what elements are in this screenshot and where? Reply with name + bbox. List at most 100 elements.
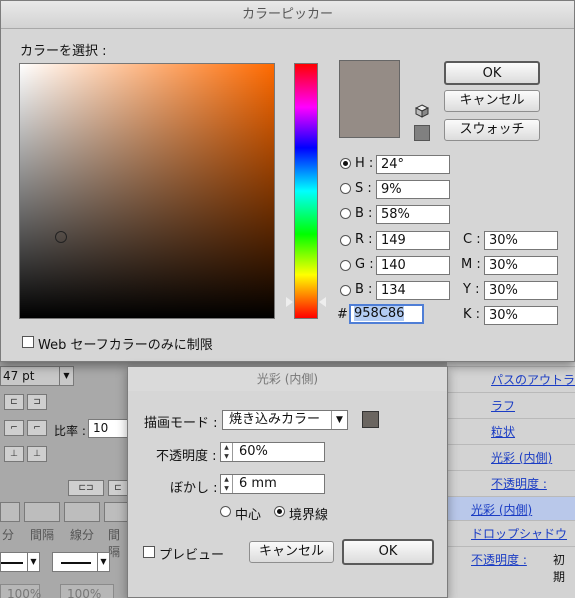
appearance-item[interactable]: 不透明度 :	[447, 470, 575, 494]
red-field[interactable]: 149	[376, 231, 450, 250]
blend-mode-label: 描画モード :	[144, 416, 218, 431]
chevron-down-icon: ▼	[97, 553, 109, 571]
hue-field[interactable]: 24°	[376, 155, 450, 174]
appearance-item-label[interactable]: 光彩 (内側)	[471, 501, 532, 518]
appearance-item[interactable]: ドロップシャドウ	[447, 520, 575, 544]
web-safe-cube-icon[interactable]	[415, 104, 429, 118]
dash-field-2[interactable]	[64, 502, 100, 522]
appearance-item-label[interactable]: 光彩 (内側)	[491, 449, 552, 466]
arrow-scale-start-value: 100%	[7, 587, 42, 598]
swatches-button[interactable]: スウォッチ	[444, 119, 540, 141]
appearance-item[interactable]: 不透明度 : 初期	[447, 546, 575, 584]
blue-field[interactable]: 134	[376, 281, 450, 300]
opacity-stepper-icon[interactable]: ▲ ▼	[221, 443, 233, 461]
chevron-down-icon[interactable]: ▼	[59, 367, 73, 385]
dialog-title: 光彩 (内側)	[128, 367, 447, 391]
preview-label: プレビュー	[159, 548, 225, 563]
opacity-value: 60%	[239, 444, 268, 459]
yellow-field[interactable]: 30%	[484, 281, 558, 300]
appearance-item-label[interactable]: ドロップシャドウ	[471, 525, 567, 542]
web-safe-checkbox[interactable]	[22, 336, 34, 348]
ratio-field[interactable]: 10	[88, 419, 128, 438]
brightness-field[interactable]: 58%	[376, 205, 450, 224]
appearance-item[interactable]: パスのアウトラ	[447, 366, 575, 390]
join-round-icon[interactable]: ⌐	[27, 420, 47, 436]
dash-corner-icon[interactable]: ⊏⊐	[68, 480, 104, 496]
red-radio[interactable]	[340, 235, 351, 246]
hue-radio[interactable]	[340, 158, 351, 169]
hue-slider-right-arrow-icon[interactable]	[319, 297, 326, 307]
edge-radio[interactable]	[274, 506, 285, 517]
stroke-panel: 47 pt ▼ ⊏ ⊐ ⌐ ⌐ 比率 : 10 ⊥ ⊥ ⊏⊐ ⊏ 分 間隔 線分…	[0, 362, 128, 598]
chevron-down-icon: ▼	[331, 411, 347, 429]
gap-field-2[interactable]	[104, 502, 128, 522]
yellow-label: Y :	[463, 282, 480, 297]
dash-field-1[interactable]	[0, 502, 20, 522]
appearance-item-selected[interactable]: 光彩 (内側)	[447, 496, 575, 520]
join-miter-icon[interactable]: ⌐	[4, 420, 24, 436]
hex-value: 958C86	[354, 306, 405, 321]
align-outside-icon[interactable]: ⊥	[27, 446, 47, 462]
gap-field-1[interactable]	[24, 502, 60, 522]
brightness-label: B :	[355, 206, 373, 221]
blue-radio[interactable]	[340, 285, 351, 296]
brightness-radio[interactable]	[340, 208, 351, 219]
blend-mode-select[interactable]: 焼き込みカラー ▼	[222, 410, 348, 430]
gap-label-2: 間隔	[108, 528, 121, 559]
green-field[interactable]: 140	[376, 256, 450, 275]
hue-slider[interactable]	[294, 63, 318, 319]
web-safe-color-swatch[interactable]	[414, 125, 430, 141]
ok-button[interactable]: OK	[444, 61, 540, 85]
preview-checkbox[interactable]	[143, 546, 155, 558]
align-inside-icon[interactable]: ⊥	[4, 446, 24, 462]
black-label: K :	[463, 307, 481, 322]
saturation-label: S :	[355, 181, 372, 196]
appearance-item[interactable]: 粒状	[447, 418, 575, 442]
color-picker-dialog: カラーピッカー カラーを選択 : OK キャンセル スウォッチ H : 24° …	[0, 0, 575, 362]
black-field[interactable]: 30%	[484, 306, 558, 325]
appearance-item[interactable]: ラフ	[447, 392, 575, 416]
saturation-brightness-field[interactable]	[19, 63, 275, 319]
appearance-item-label[interactable]: 不透明度 :	[491, 475, 547, 492]
arrow-scale-end[interactable]: 100%	[60, 584, 114, 598]
arrow-end-select[interactable]: ▼	[52, 552, 110, 572]
stroke-weight-field[interactable]: 47 pt ▼	[0, 366, 74, 386]
glow-color-swatch[interactable]	[362, 411, 379, 428]
appearance-item[interactable]: 光彩 (内側)	[447, 444, 575, 468]
saturation-radio[interactable]	[340, 183, 351, 194]
blur-stepper-icon[interactable]: ▲ ▼	[221, 475, 233, 493]
cyan-label: C :	[463, 232, 481, 247]
ok-button[interactable]: OK	[342, 539, 434, 565]
arrow-scale-start[interactable]: 100%	[0, 584, 42, 598]
dash-align-icon[interactable]: ⊏	[108, 480, 128, 496]
appearance-item-label[interactable]: 粒状	[491, 423, 515, 440]
opacity-field[interactable]: ▲ ▼ 60%	[220, 442, 325, 462]
appearance-item-label[interactable]: パスのアウトラ	[491, 371, 575, 388]
cap-round-icon[interactable]: ⊐	[27, 394, 47, 410]
dash-label-1: 分	[2, 528, 15, 542]
cancel-button[interactable]: キャンセル	[249, 541, 334, 563]
cap-butt-icon[interactable]: ⊏	[4, 394, 24, 410]
cancel-button[interactable]: キャンセル	[444, 90, 540, 112]
blue-label: B :	[355, 282, 373, 297]
magenta-field[interactable]: 30%	[484, 256, 558, 275]
hue-slider-left-arrow-icon[interactable]	[286, 297, 293, 307]
appearance-item-label[interactable]: ラフ	[491, 397, 515, 414]
blur-field[interactable]: ▲ ▼ 6 mm	[220, 474, 325, 494]
saturation-field[interactable]: 9%	[376, 180, 450, 199]
magenta-label: M :	[461, 257, 481, 272]
hex-field[interactable]: 958C86	[349, 304, 424, 324]
blur-value: 6 mm	[239, 476, 277, 491]
edge-label: 境界線	[289, 508, 329, 523]
color-marker[interactable]	[55, 231, 67, 243]
center-radio[interactable]	[220, 506, 231, 517]
green-radio[interactable]	[340, 260, 351, 271]
appearance-item-label[interactable]: 不透明度 :	[471, 551, 527, 568]
arrow-start-select[interactable]: ▼	[0, 552, 40, 572]
arrow-scale-end-value: 100%	[67, 587, 102, 598]
chevron-down-icon: ▼	[27, 553, 39, 571]
cyan-field[interactable]: 30%	[484, 231, 558, 250]
red-label: R :	[355, 232, 373, 247]
blend-mode-value: 焼き込みカラー	[229, 412, 321, 427]
inner-glow-dialog: 光彩 (内側) 描画モード : 焼き込みカラー ▼ 不透明度 : ▲ ▼ 60% …	[127, 366, 448, 598]
